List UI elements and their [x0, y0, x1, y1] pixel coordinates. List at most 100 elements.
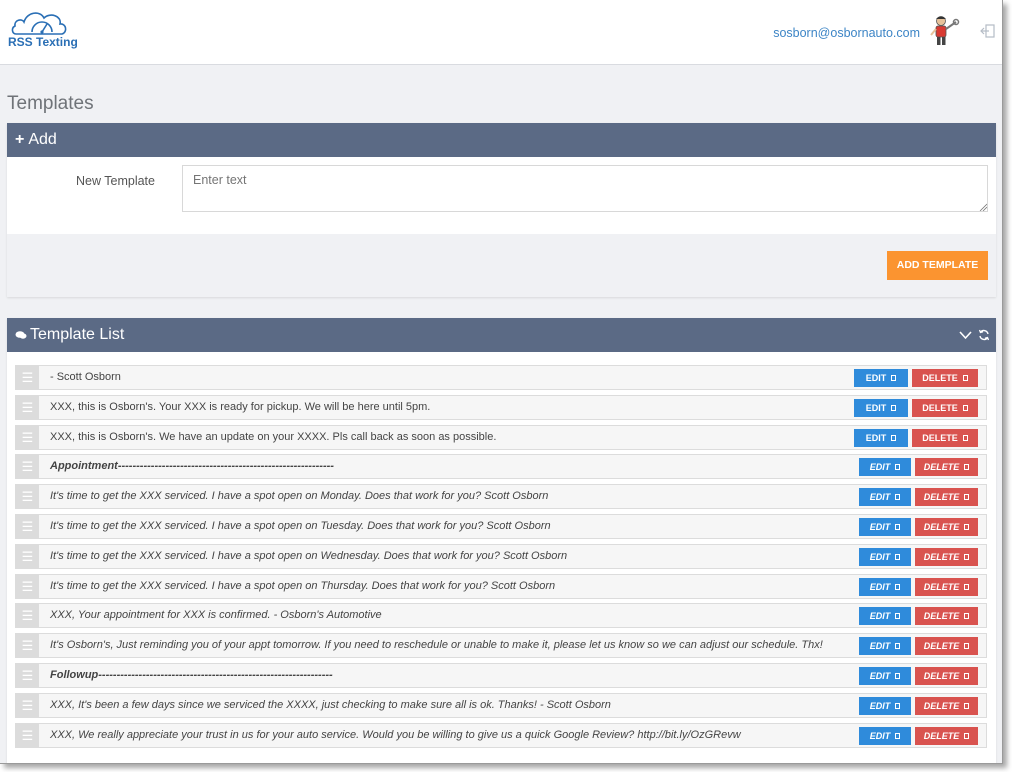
drag-handle-icon[interactable]: ☰ [16, 664, 39, 687]
template-text: XXX, We really appreciate your trust in … [50, 729, 741, 741]
edit-button[interactable]: EDIT [854, 369, 908, 387]
delete-button-label: DELETE [923, 671, 960, 681]
template-row: ☰ It's time to get the XXX serviced. I ha… [15, 484, 987, 509]
template-text: Appointment-----------------------------… [50, 460, 334, 472]
template-text: It's Osborn's, Just reminding you of you… [50, 639, 823, 651]
drag-handle-icon[interactable]: ☰ [16, 575, 39, 598]
template-text: XXX, Your appointment for XXX is confirm… [50, 609, 382, 621]
edit-button[interactable]: EDIT [859, 548, 911, 566]
app-logo[interactable]: RSS Texting [8, 8, 88, 52]
delete-button[interactable]: DELETE [915, 667, 978, 685]
user-email-link[interactable]: sosborn@osbornauto.com [773, 26, 920, 40]
template-row: ☰ XXX, It's been a few days since we serv… [15, 693, 987, 718]
edit-button[interactable]: EDIT [859, 458, 911, 476]
delete-button[interactable]: DELETE [915, 607, 978, 625]
delete-button[interactable]: DELETE [912, 429, 978, 447]
edit-button[interactable]: EDIT [859, 488, 911, 506]
delete-button[interactable]: DELETE [915, 637, 978, 655]
add-panel-body: New Template [7, 157, 996, 234]
edit-button-label: EDIT [865, 373, 887, 383]
delete-button-label: DELETE [923, 462, 960, 472]
edit-icon [891, 404, 897, 411]
template-text: XXX, It's been a few days since we servi… [50, 699, 611, 711]
edit-icon [891, 374, 897, 381]
edit-icon [895, 672, 901, 679]
app-window: RSS Texting sosborn@osbornauto.com Templ… [0, 0, 1003, 764]
drag-handle-icon[interactable]: ☰ [16, 455, 39, 478]
chevron-down-icon[interactable] [959, 330, 972, 340]
drag-handle-icon[interactable]: ☰ [16, 366, 39, 389]
edit-button[interactable]: EDIT [859, 727, 911, 745]
edit-button[interactable]: EDIT [854, 399, 908, 417]
drag-handle-icon[interactable]: ☰ [16, 515, 39, 538]
new-template-input[interactable] [182, 165, 988, 212]
template-text: - Scott Osborn [50, 371, 121, 383]
drag-handle-icon[interactable]: ☰ [16, 396, 39, 419]
edit-button[interactable]: EDIT [854, 429, 908, 447]
delete-button[interactable]: DELETE [915, 488, 978, 506]
drag-handle-icon[interactable]: ☰ [16, 634, 39, 657]
edit-button[interactable]: EDIT [859, 518, 911, 536]
edit-button-label: EDIT [865, 433, 887, 443]
delete-icon [964, 672, 970, 679]
delete-button-label: DELETE [923, 701, 960, 711]
resize-grip-icon[interactable] [979, 203, 987, 211]
drag-handle-icon[interactable]: ☰ [16, 545, 39, 568]
template-text: It's time to get the XXX serviced. I hav… [50, 580, 556, 592]
template-text: XXX, this is Osborn's. Your XXX is ready… [50, 401, 431, 413]
template-row: ☰ XXX, this is Osborn's. Your XXX is read… [15, 395, 987, 420]
delete-icon [964, 493, 970, 500]
add-template-button[interactable]: ADD TEMPLATE [887, 251, 988, 280]
template-list-title: Template List [30, 326, 125, 343]
drag-handle-icon[interactable]: ☰ [16, 485, 39, 508]
delete-button[interactable]: DELETE [912, 399, 978, 417]
delete-button-label: DELETE [923, 552, 960, 562]
drag-handle-icon[interactable]: ☰ [16, 604, 39, 627]
template-text: It's time to get the XXX serviced. I hav… [50, 490, 549, 502]
delete-button-label: DELETE [923, 611, 960, 621]
edit-icon [895, 553, 901, 560]
delete-button-label: DELETE [922, 373, 958, 383]
delete-button[interactable]: DELETE [915, 727, 978, 745]
edit-button-label: EDIT [869, 552, 891, 562]
template-text: It's time to get the XXX serviced. I hav… [50, 520, 551, 532]
template-row: ☰ It's time to get the XXX serviced. I ha… [15, 574, 987, 599]
edit-icon [895, 732, 901, 739]
delete-button[interactable]: DELETE [915, 548, 978, 566]
edit-button-label: EDIT [865, 403, 887, 413]
mechanic-avatar-icon[interactable] [928, 14, 960, 48]
template-row: ☰ It's time to get the XXX serviced. I ha… [15, 514, 987, 539]
delete-icon [964, 642, 970, 649]
drag-handle-icon[interactable]: ☰ [16, 724, 39, 747]
logout-icon[interactable] [980, 23, 996, 39]
add-template-panel: +Add New Template ADD TEMPLATE [7, 123, 996, 297]
delete-icon [964, 463, 970, 470]
edit-button-label: EDIT [869, 582, 891, 592]
template-row: ☰ Appointment----------------------------… [15, 454, 987, 479]
edit-button-label: EDIT [869, 671, 891, 681]
speedometer-logo-icon [11, 12, 67, 35]
new-template-label: New Template [76, 174, 155, 188]
page-title: Templates [7, 93, 94, 114]
delete-button-label: DELETE [923, 492, 960, 502]
delete-button[interactable]: DELETE [915, 578, 978, 596]
edit-button[interactable]: EDIT [859, 697, 911, 715]
delete-button[interactable]: DELETE [915, 518, 978, 536]
drag-handle-icon[interactable]: ☰ [16, 694, 39, 717]
delete-button-label: DELETE [922, 403, 958, 413]
plus-icon: + [15, 131, 25, 148]
edit-button[interactable]: EDIT [859, 667, 911, 685]
refresh-icon[interactable] [978, 329, 990, 341]
template-row: ☰ XXX, Your appointment for XXX is confir… [15, 603, 987, 628]
delete-button[interactable]: DELETE [915, 458, 978, 476]
delete-button[interactable]: DELETE [912, 369, 978, 387]
template-row: ☰ Followup-------------------------------… [15, 663, 987, 688]
drag-handle-icon[interactable]: ☰ [16, 426, 39, 449]
delete-icon [964, 702, 970, 709]
delete-button[interactable]: DELETE [915, 697, 978, 715]
chat-bubbles-icon [15, 331, 27, 339]
edit-button[interactable]: EDIT [859, 637, 911, 655]
edit-button[interactable]: EDIT [859, 578, 911, 596]
add-panel-title: Add [28, 131, 57, 148]
edit-button[interactable]: EDIT [859, 607, 911, 625]
